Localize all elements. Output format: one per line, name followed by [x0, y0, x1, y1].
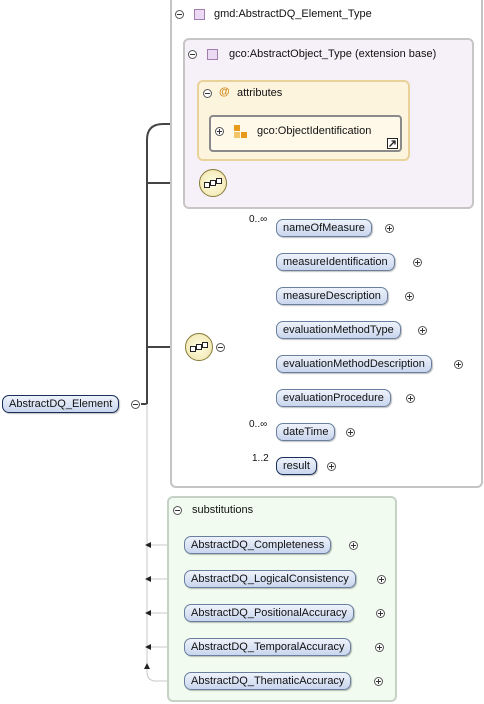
- cardinality-label: 0..∞: [249, 214, 268, 225]
- attribute-group-label: gco:ObjectIdentification: [257, 125, 372, 137]
- expand-toggle[interactable]: [406, 394, 415, 403]
- expand-toggle[interactable]: [385, 224, 394, 233]
- element-measureDescription[interactable]: measureDescription: [276, 287, 388, 305]
- element-evaluationMethodType[interactable]: evaluationMethodType: [276, 321, 401, 339]
- attribute-at-icon: @: [219, 86, 230, 98]
- element-evaluationMethodDescription[interactable]: evaluationMethodDescription: [276, 355, 432, 373]
- attributes-collapse-toggle[interactable]: [203, 89, 212, 98]
- extension-type-icon: [207, 49, 218, 60]
- type-box-title: gmd:AbstractDQ_Element_Type: [214, 8, 372, 20]
- element-result[interactable]: result: [276, 457, 317, 475]
- cardinality-label: 0..∞: [249, 419, 268, 430]
- expand-toggle[interactable]: [376, 609, 385, 618]
- extension-box-title: gco:AbstractObject_Type (extension base): [229, 48, 437, 60]
- sequence-collapse-toggle[interactable]: [216, 343, 225, 352]
- expand-toggle[interactable]: [377, 575, 386, 584]
- element-evaluationProcedure[interactable]: evaluationProcedure: [276, 389, 391, 407]
- expand-toggle[interactable]: [375, 643, 384, 652]
- extension-box-collapse-toggle[interactable]: [188, 50, 197, 59]
- expand-toggle[interactable]: [349, 541, 358, 550]
- substitutions-title: substitutions: [192, 504, 254, 516]
- element-measureIdentification[interactable]: measureIdentification: [276, 253, 395, 271]
- element-nameOfMeasure[interactable]: nameOfMeasure: [276, 219, 372, 237]
- expand-toggle[interactable]: [346, 428, 355, 437]
- substitutions-collapse-toggle[interactable]: [173, 506, 182, 515]
- complex-type-icon: [194, 9, 205, 20]
- type-box-collapse-toggle[interactable]: [175, 10, 184, 19]
- substitution-AbstractDQ_TemporalAccuracy[interactable]: AbstractDQ_TemporalAccuracy: [184, 638, 352, 656]
- element-dateTime[interactable]: dateTime: [276, 423, 336, 441]
- expand-toggle[interactable]: [327, 462, 336, 471]
- substitution-AbstractDQ_LogicalConsistency[interactable]: AbstractDQ_LogicalConsistency: [184, 570, 356, 588]
- expand-toggle[interactable]: [374, 677, 383, 686]
- root-collapse-toggle[interactable]: [131, 400, 140, 409]
- cardinality-label: 1..2: [252, 453, 269, 464]
- sequence-icon: [204, 178, 222, 188]
- expand-toggle[interactable]: [405, 292, 414, 301]
- attributes-title: attributes: [237, 87, 283, 99]
- expand-toggle[interactable]: [413, 258, 422, 267]
- expand-toggle[interactable]: [418, 326, 427, 335]
- attribute-group-icon: [234, 125, 247, 138]
- sequence-icon: [190, 342, 208, 352]
- substitution-AbstractDQ_PositionalAccuracy[interactable]: AbstractDQ_PositionalAccuracy: [184, 604, 354, 622]
- expand-toggle[interactable]: [454, 360, 463, 369]
- reference-arrow-icon: [387, 138, 398, 149]
- substitution-AbstractDQ_Completeness[interactable]: AbstractDQ_Completeness: [184, 536, 332, 554]
- substitution-AbstractDQ_ThematicAccuracy[interactable]: AbstractDQ_ThematicAccuracy: [184, 672, 352, 690]
- root-element[interactable]: AbstractDQ_Element: [2, 395, 120, 413]
- attribute-group-expand-toggle[interactable]: [215, 127, 224, 136]
